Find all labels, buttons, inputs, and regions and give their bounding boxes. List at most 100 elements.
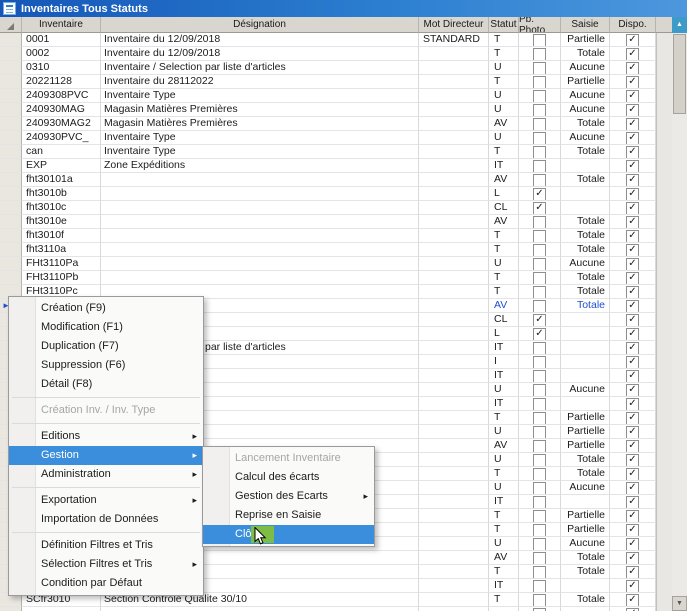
table-row[interactable]: fht3010bL✓✓: [0, 187, 656, 201]
dispo-checkbox[interactable]: ✓: [626, 104, 639, 117]
row-selector[interactable]: [0, 215, 22, 229]
table-row[interactable]: 240930PVC_Inventaire TypeUAucune✓: [0, 131, 656, 145]
row-selector[interactable]: [0, 117, 22, 131]
menu-item-suppression-f6[interactable]: Suppression (F6): [9, 356, 203, 375]
row-selector[interactable]: [0, 243, 22, 257]
pb-photo-checkbox[interactable]: [533, 538, 546, 551]
table-row[interactable]: 240930MAGMagasin Matières PremièresUAucu…: [0, 103, 656, 117]
row-selector[interactable]: [0, 75, 22, 89]
pb-photo-checkbox[interactable]: [533, 272, 546, 285]
table-row[interactable]: 240930MAG2Magasin Matières PremièresAVTo…: [0, 117, 656, 131]
pb-photo-checkbox[interactable]: [533, 524, 546, 537]
dispo-checkbox[interactable]: ✓: [626, 566, 639, 579]
table-row[interactable]: fht3110aTTotale✓: [0, 243, 656, 257]
pb-photo-checkbox[interactable]: [533, 286, 546, 299]
pb-photo-checkbox[interactable]: [533, 48, 546, 61]
dispo-checkbox[interactable]: ✓: [626, 62, 639, 75]
column-header-inventaire[interactable]: Inventaire: [22, 17, 101, 33]
vertical-scrollbar[interactable]: ▲ ▼: [672, 17, 687, 611]
table-row[interactable]: 20221128Inventaire du 28112022TPartielle…: [0, 75, 656, 89]
pb-photo-checkbox[interactable]: [533, 468, 546, 481]
dispo-checkbox[interactable]: ✓: [626, 580, 639, 593]
menu-item-editions[interactable]: Editions▸: [9, 427, 203, 446]
column-header-pb-photo[interactable]: Pb. Photo: [519, 17, 561, 33]
dispo-checkbox[interactable]: ✓: [626, 552, 639, 565]
menu-item-gestion[interactable]: Gestion▸: [9, 446, 203, 465]
menu-item-administration[interactable]: Administration▸: [9, 465, 203, 484]
pb-photo-checkbox[interactable]: [533, 370, 546, 383]
pb-photo-checkbox[interactable]: [533, 356, 546, 369]
dispo-checkbox[interactable]: ✓: [626, 384, 639, 397]
pb-photo-checkbox[interactable]: [533, 230, 546, 243]
dispo-checkbox[interactable]: ✓: [626, 594, 639, 607]
pb-photo-checkbox[interactable]: [533, 174, 546, 187]
dispo-checkbox[interactable]: ✓: [626, 174, 639, 187]
dispo-checkbox[interactable]: ✓: [626, 244, 639, 257]
dispo-checkbox[interactable]: ✓: [626, 510, 639, 523]
dispo-checkbox[interactable]: ✓: [626, 76, 639, 89]
column-header-mot-directeur[interactable]: Mot Directeur: [419, 17, 489, 33]
dispo-checkbox[interactable]: ✓: [626, 286, 639, 299]
dispo-checkbox[interactable]: ✓: [626, 272, 639, 285]
pb-photo-checkbox[interactable]: [533, 342, 546, 355]
dispo-checkbox[interactable]: ✓: [626, 440, 639, 453]
dispo-checkbox[interactable]: ✓: [626, 496, 639, 509]
pb-photo-checkbox[interactable]: ✓: [533, 188, 546, 201]
table-row[interactable]: fht3010fTTotale✓: [0, 229, 656, 243]
pb-photo-checkbox[interactable]: [533, 566, 546, 579]
pb-photo-checkbox[interactable]: [533, 300, 546, 313]
row-selector[interactable]: [0, 187, 22, 201]
submenu-item-cloture[interactable]: Clôture: [203, 525, 374, 544]
pb-photo-checkbox[interactable]: [533, 496, 546, 509]
pb-photo-checkbox[interactable]: [533, 510, 546, 523]
row-selector[interactable]: [0, 61, 22, 75]
dispo-checkbox[interactable]: ✓: [626, 230, 639, 243]
menu-item-creation-inv-inv-type[interactable]: Création Inv. / Inv. Type: [9, 401, 203, 420]
pb-photo-checkbox[interactable]: ✓: [533, 202, 546, 215]
submenu-item-calcul-des-ecarts[interactable]: Calcul des écarts: [203, 468, 374, 487]
menu-item-exportation[interactable]: Exportation▸: [9, 491, 203, 510]
pb-photo-checkbox[interactable]: [533, 34, 546, 47]
pb-photo-checkbox[interactable]: [533, 216, 546, 229]
pb-photo-checkbox[interactable]: [533, 426, 546, 439]
menu-item-modification-f1[interactable]: Modification (F1): [9, 318, 203, 337]
table-row[interactable]: 0002Inventaire du 12/09/2018TTotale✓: [0, 47, 656, 61]
dispo-checkbox[interactable]: ✓: [626, 202, 639, 215]
pb-photo-checkbox[interactable]: [533, 552, 546, 565]
pb-photo-checkbox[interactable]: [533, 90, 546, 103]
pb-photo-checkbox[interactable]: [533, 594, 546, 607]
row-selector[interactable]: [0, 145, 22, 159]
row-selector[interactable]: [0, 201, 22, 215]
table-row[interactable]: FHt3110PaUAucune✓: [0, 257, 656, 271]
dispo-checkbox[interactable]: ✓: [626, 342, 639, 355]
table-row[interactable]: 0001Inventaire du 12/09/2018STANDARDTPar…: [0, 33, 656, 47]
table-row[interactable]: canInventaire TypeTTotale✓: [0, 145, 656, 159]
submenu-item-lancement-inventaire[interactable]: Lancement Inventaire: [203, 449, 374, 468]
row-selector[interactable]: [0, 33, 22, 47]
column-header-statut[interactable]: Statut: [489, 17, 519, 33]
dispo-checkbox[interactable]: ✓: [626, 160, 639, 173]
submenu-item-gestion-des-ecarts[interactable]: Gestion des Ecarts▸: [203, 487, 374, 506]
dispo-checkbox[interactable]: ✓: [626, 258, 639, 271]
submenu-item-reprise-en-saisie[interactable]: Reprise en Saisie: [203, 506, 374, 525]
dispo-checkbox[interactable]: ✓: [626, 426, 639, 439]
table-row[interactable]: fht30101aAVTotale✓: [0, 173, 656, 187]
dispo-checkbox[interactable]: ✓: [626, 398, 639, 411]
dispo-checkbox[interactable]: ✓: [626, 216, 639, 229]
row-selector[interactable]: [0, 271, 22, 285]
dispo-checkbox[interactable]: ✓: [626, 482, 639, 495]
menu-item-duplication-f7[interactable]: Duplication (F7): [9, 337, 203, 356]
pb-photo-checkbox[interactable]: [533, 244, 546, 257]
row-selector[interactable]: [0, 173, 22, 187]
dispo-checkbox[interactable]: ✓: [626, 132, 639, 145]
dispo-checkbox[interactable]: ✓: [626, 90, 639, 103]
dispo-checkbox[interactable]: ✓: [626, 328, 639, 341]
pb-photo-checkbox[interactable]: ✓: [533, 328, 546, 341]
menu-item-detail-f8[interactable]: Détail (F8): [9, 375, 203, 394]
scrollbar-thumb[interactable]: [673, 34, 686, 114]
table-row[interactable]: FHt3110PbTTotale✓: [0, 271, 656, 285]
pb-photo-checkbox[interactable]: [533, 440, 546, 453]
scroll-down-button[interactable]: ▼: [672, 596, 687, 611]
row-selector[interactable]: [0, 229, 22, 243]
menu-item-importation-de-donnees[interactable]: Importation de Données: [9, 510, 203, 529]
